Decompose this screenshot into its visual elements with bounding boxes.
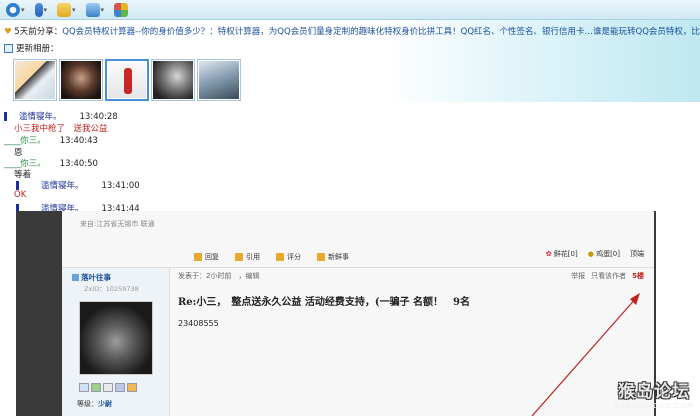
chevron-down-icon: ▾ (72, 5, 76, 14)
share-line: ♥ 5天前分享：QQ会员特权计算器--你的身价值多少？：特权计算器，为QQ会员们… (4, 25, 700, 37)
voice-button[interactable]: ▾ (33, 2, 50, 18)
forum-screenshot: 来自:江苏省无锡市 联通 回复 引用 评分 新鲜事 ✿ 鲜花[0] ● 鸡蛋[0… (16, 211, 656, 416)
emoji-button[interactable]: ▾ (4, 2, 27, 18)
message-header: 滥情寝年。 13:40:28 (4, 110, 118, 122)
sender-name[interactable]: 你三。 (20, 136, 46, 146)
watermark-url: BBS.HOUDAO.COM (614, 402, 694, 410)
message-text: 小三我中枪了 送我公益 (14, 124, 108, 134)
message-time: 13:40:28 (79, 112, 118, 122)
message-text: OK (14, 190, 27, 200)
watermark-title: 猴岛论坛 (618, 382, 691, 402)
site-watermark: 猴岛论坛 BBS.HOUDAO.COM (614, 377, 694, 410)
album-thumbnail[interactable] (13, 59, 57, 101)
sender-marker (16, 181, 19, 190)
chevron-down-icon: ▾ (43, 5, 48, 14)
share-link[interactable]: QQ会员特权计算器--你的身价值多少？：特权计算器，为QQ会员们量身定制的趣味化… (62, 27, 700, 37)
message-header: 滥情寝年。 13:41:00 (16, 179, 140, 191)
album-thumbnail[interactable] (151, 59, 195, 101)
message-time: 13:40:43 (59, 136, 98, 146)
folder-icon (57, 2, 72, 17)
sender-name[interactable]: 滥情寝年。 (19, 112, 62, 122)
sender-name[interactable]: 滥情寝年。 (41, 181, 84, 191)
screenshot-button[interactable]: ▾ (84, 2, 107, 18)
album-thumbnail[interactable] (59, 59, 103, 101)
message-time: 13:41:00 (101, 181, 140, 191)
file-button[interactable]: ▾ (55, 2, 78, 18)
share-label: 5天前分享： (14, 27, 63, 37)
chat-toolbar: ▾ ▾ ▾ ▾ (0, 0, 700, 20)
message-time: 13:40:50 (59, 159, 98, 169)
share-icon: ♥ (4, 27, 12, 37)
screen-icon (85, 2, 100, 17)
album-thumbnail[interactable] (197, 59, 241, 101)
annotation-arrow (531, 293, 640, 416)
chevron-down-icon: ▾ (100, 5, 105, 14)
album-thumbnail[interactable] (105, 59, 149, 101)
album-icon (4, 43, 13, 53)
message-header: _____你三。 13:40:43 (4, 134, 98, 146)
album-heading: 更新相册： (4, 42, 59, 54)
chevron-down-icon: ▾ (21, 5, 25, 14)
apps-button[interactable] (112, 2, 130, 18)
sender-marker (4, 112, 7, 121)
apps-icon (114, 2, 129, 17)
microphone-icon (34, 2, 43, 17)
sender-marker: _____ (4, 136, 21, 146)
album-thumbnails (13, 59, 241, 101)
emoji-icon (6, 2, 20, 17)
album-title: 更新相册： (16, 44, 59, 54)
forum-post-panel: 来自:江苏省无锡市 联通 回复 引用 评分 新鲜事 ✿ 鲜花[0] ● 鸡蛋[0… (62, 211, 654, 416)
